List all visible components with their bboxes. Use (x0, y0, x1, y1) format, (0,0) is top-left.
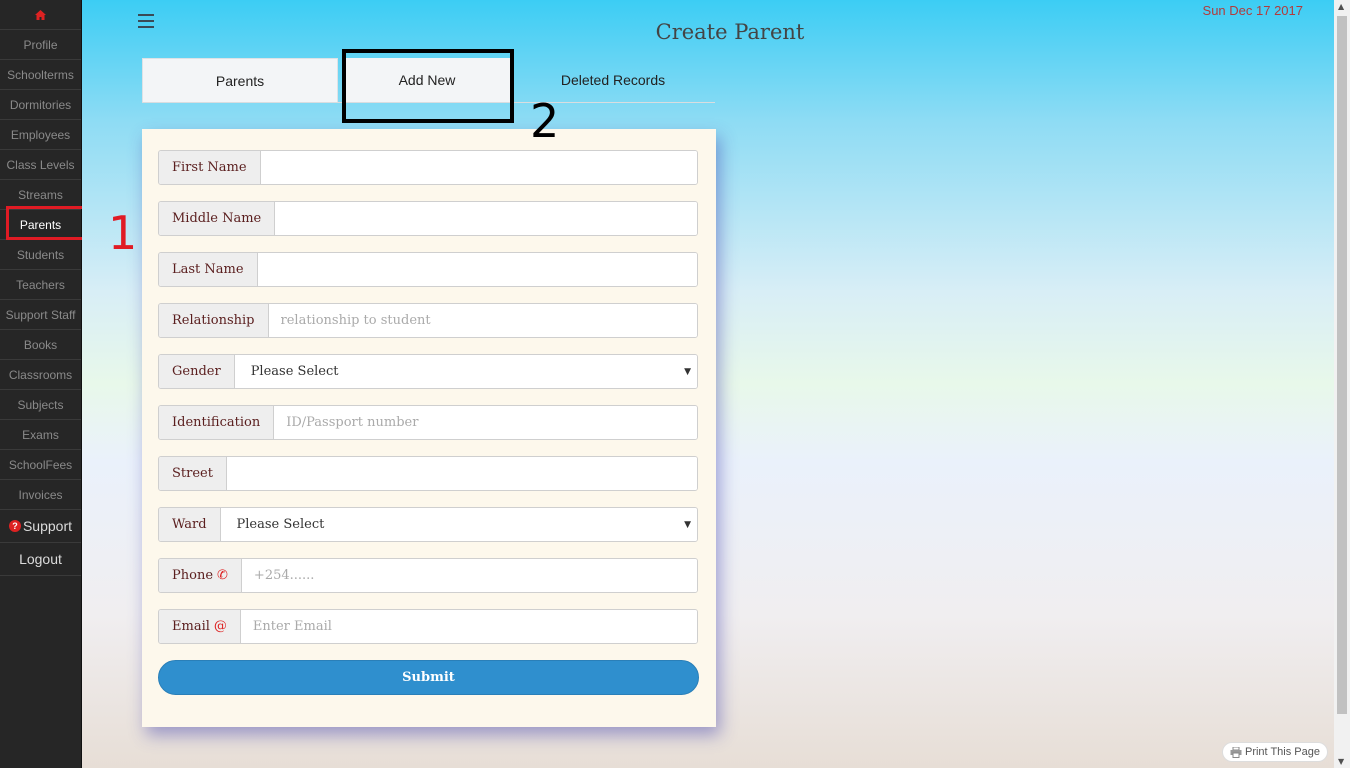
identification-label: Identification (159, 406, 275, 439)
email-input[interactable] (240, 610, 697, 643)
sidebar-item-schoolterms[interactable]: Schoolterms (0, 60, 81, 90)
first-name-input[interactable] (260, 151, 697, 184)
scrollbar-thumb[interactable] (1337, 16, 1347, 714)
relationship-label: Relationship (159, 304, 269, 337)
sidebar-item-teachers[interactable]: Teachers (0, 270, 81, 300)
vertical-scrollbar[interactable]: ▲ ▼ (1334, 0, 1350, 768)
scroll-up-icon[interactable]: ▲ (1338, 2, 1344, 11)
sidebar-item-subjects[interactable]: Subjects (0, 390, 81, 420)
gender-select[interactable]: Please Select ▼ (234, 355, 697, 388)
sidebar-item-label: Streams (18, 187, 63, 202)
page-title: Create Parent (655, 20, 805, 44)
sidebar-item-label: Invoices (18, 487, 63, 502)
home-icon (35, 9, 46, 20)
sidebar-item-students[interactable]: Students (0, 240, 81, 270)
gender-label: Gender (159, 355, 235, 388)
menu-toggle-icon[interactable] (138, 14, 154, 28)
create-parent-form: First Name Middle Name Last Name Relatio… (142, 129, 716, 727)
phone-field: Phone ✆ (158, 558, 698, 593)
sidebar-item-label: Class Levels (6, 157, 75, 172)
sidebar-item-label: Students (16, 247, 65, 262)
sidebar-item-label: Support Staff (5, 307, 76, 322)
sidebar-item-invoices[interactable]: Invoices (0, 480, 81, 510)
gender-selected-value: Please Select (250, 364, 339, 379)
phone-icon: ✆ (217, 568, 228, 583)
last-name-label: Last Name (159, 253, 258, 286)
sidebar-item-label: Dormitories (9, 97, 72, 112)
street-field: Street (158, 456, 698, 491)
sidebar-item-label: Exams (22, 427, 59, 442)
sidebar-home[interactable] (0, 0, 81, 30)
sidebar-item-dormitories[interactable]: Dormitories (0, 90, 81, 120)
gender-field: Gender Please Select ▼ (158, 354, 698, 389)
print-page-button[interactable]: Print This Page (1221, 742, 1328, 762)
sidebar-item-label: Subjects (17, 397, 64, 412)
relationship-field: Relationship (158, 303, 698, 338)
sidebar-item-support-staff[interactable]: Support Staff (0, 300, 81, 330)
ward-selected-value: Please Select (236, 517, 325, 532)
identification-input[interactable] (274, 406, 697, 439)
tab-add-new[interactable]: Add New (342, 58, 512, 102)
ward-select[interactable]: Please Select ▼ (220, 508, 697, 541)
email-label-wrap: Email @ (159, 610, 241, 643)
last-name-input[interactable] (257, 253, 697, 286)
sidebar-item-label: Support (22, 518, 73, 534)
sidebar-item-label: Logout (19, 551, 62, 567)
sidebar-item-exams[interactable]: Exams (0, 420, 81, 450)
help-icon: ? (8, 520, 21, 532)
ward-label: Ward (159, 508, 221, 541)
sidebar-item-label: SchoolFees (8, 457, 73, 472)
email-field: Email @ (158, 609, 698, 644)
sidebar-item-label: Employees (10, 127, 71, 142)
tab-parents[interactable]: Parents (142, 58, 338, 102)
sidebar-item-support[interactable]: ? Support (0, 510, 81, 543)
middle-name-input[interactable] (275, 202, 697, 235)
last-name-field: Last Name (158, 252, 698, 287)
sidebar-item-employees[interactable]: Employees (0, 120, 81, 150)
identification-field: Identification (158, 405, 698, 440)
middle-name-field: Middle Name (158, 201, 698, 236)
caret-down-icon: ▼ (684, 519, 691, 530)
ward-field: Ward Please Select ▼ (158, 507, 698, 542)
street-label: Street (159, 457, 227, 490)
first-name-field: First Name (158, 150, 698, 185)
scroll-down-icon[interactable]: ▼ (1338, 757, 1344, 766)
sidebar-item-label: Schoolterms (7, 67, 74, 82)
sidebar-item-schoolfees[interactable]: SchoolFees (0, 450, 81, 480)
printer-icon (1230, 746, 1242, 758)
annotation-number-1: 1 (108, 206, 138, 260)
current-date: Sun Dec 17 2017 (1202, 3, 1303, 18)
first-name-label: First Name (159, 151, 261, 184)
submit-button[interactable]: Submit (158, 660, 699, 695)
phone-label: Phone (172, 568, 214, 583)
sidebar-item-books[interactable]: Books (0, 330, 81, 360)
caret-down-icon: ▼ (684, 366, 691, 377)
sidebar-item-profile[interactable]: Profile (0, 30, 81, 60)
sidebar-item-label: Profile (23, 37, 58, 52)
sidebar-item-label: Classrooms (8, 367, 73, 382)
phone-label-wrap: Phone ✆ (159, 559, 242, 592)
main-content: Create Parent Sun Dec 17 2017 Parents Ad… (82, 0, 1350, 768)
at-icon: @ (213, 619, 227, 634)
email-label: Email (172, 619, 210, 634)
sidebar-item-label: Parents (19, 217, 62, 232)
tab-bar: Parents Add New Deleted Records (142, 58, 715, 103)
sidebar: Profile Schoolterms Dormitories Employees Cl… (0, 0, 82, 768)
middle-name-label: Middle Name (159, 202, 276, 235)
sidebar-item-class-levels[interactable]: Class Levels (0, 150, 81, 180)
sidebar-item-streams[interactable]: Streams (0, 180, 81, 210)
sidebar-item-classrooms[interactable]: Classrooms (0, 360, 81, 390)
sidebar-item-logout[interactable]: Logout (0, 543, 81, 576)
sidebar-item-label: Teachers (16, 277, 65, 292)
annotation-number-2: 2 (530, 94, 560, 148)
street-input[interactable] (226, 457, 697, 490)
sidebar-item-parents[interactable]: Parents (0, 210, 81, 240)
sidebar-item-label: Books (23, 337, 58, 352)
phone-input[interactable] (241, 559, 697, 592)
relationship-input[interactable] (268, 304, 697, 337)
print-page-label: Print This Page (1244, 746, 1320, 758)
